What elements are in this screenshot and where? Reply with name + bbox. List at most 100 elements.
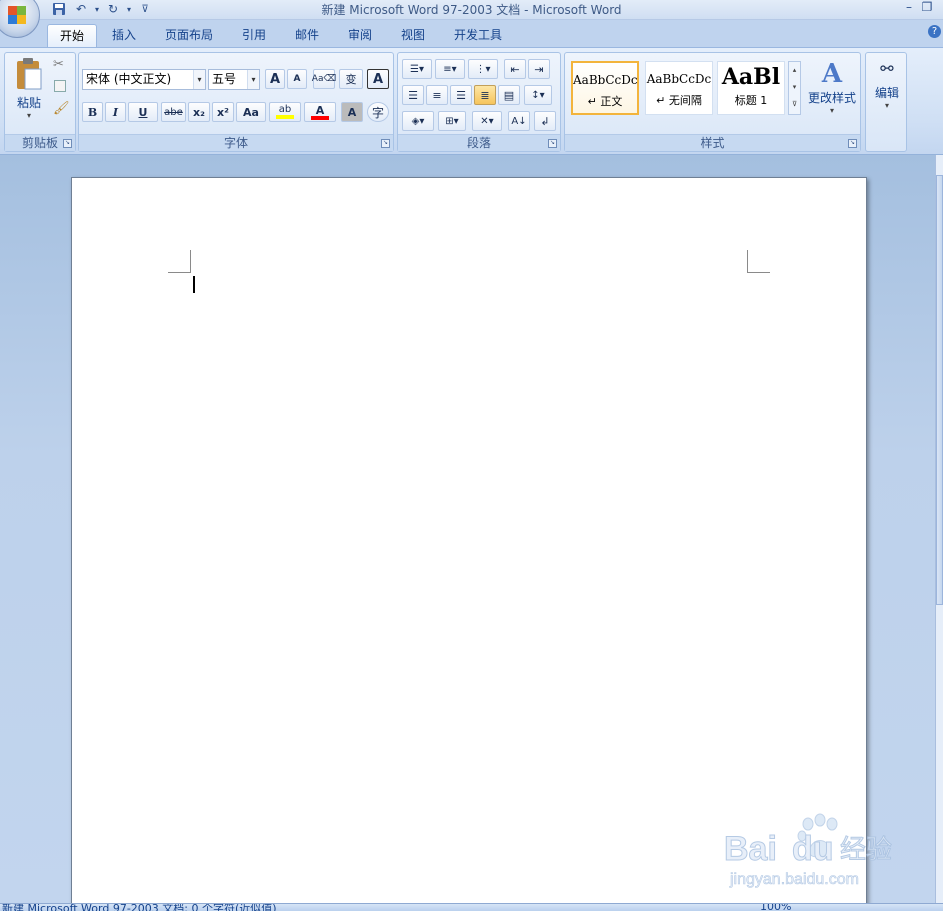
ribbon-tabs: 开始 插入 页面布局 引用 邮件 审阅 视图 开发工具 ? <box>0 20 943 48</box>
tab-home[interactable]: 开始 <box>47 24 98 48</box>
highlight-label: ab <box>278 104 292 115</box>
show-marks-icon[interactable]: ↲ <box>534 111 556 131</box>
editing-label: 编辑 <box>874 86 899 100</box>
chinese-layout-icon[interactable]: ✕▾ <box>472 111 502 131</box>
copy-icon[interactable] <box>54 80 66 92</box>
styles-group: AaBbCcDc ↵ 正文 AaBbCcDc ↵ 无间隔 AaBl 标题 1 ▴… <box>564 52 861 152</box>
font-size-dropdown-icon[interactable]: ▾ <box>247 70 259 89</box>
format-painter-icon[interactable]: 🖌 <box>53 101 70 116</box>
styles-group-label: 样式 <box>565 134 860 151</box>
ribbon: 粘贴 ▾ ✂ 🖌 剪贴板 ↘ 宋体 (中文正文) ▾ 五号 ▾ A A Aa⌫ … <box>0 47 943 155</box>
tab-view[interactable]: 视图 <box>389 24 437 48</box>
tab-mailings[interactable]: 邮件 <box>283 24 331 48</box>
svg-text:Bai: Bai <box>724 830 777 868</box>
style-no-spacing[interactable]: AaBbCcDc ↵ 无间隔 <box>645 61 713 115</box>
font-group-label: 字体 <box>79 134 393 151</box>
underline-button[interactable]: U <box>128 102 158 122</box>
svg-text:jingyan.baidu.com: jingyan.baidu.com <box>729 871 859 888</box>
subscript-button[interactable]: x₂ <box>188 102 210 122</box>
zoom-level[interactable]: 100% <box>760 904 791 911</box>
font-color-label: A <box>315 103 325 117</box>
highlight-button[interactable]: ab <box>269 102 301 122</box>
editing-dropdown-icon: ▾ <box>884 101 889 110</box>
vertical-scrollbar[interactable] <box>935 155 943 903</box>
paste-button[interactable]: 粘贴 ▾ <box>9 57 49 121</box>
shrink-font-button[interactable]: A <box>287 69 307 89</box>
font-name-value: 宋体 (中文正文) <box>86 72 172 86</box>
document-page[interactable] <box>71 177 867 907</box>
style-heading-1-preview: AaBl <box>721 64 781 90</box>
sort-icon[interactable]: A↓ <box>508 111 530 131</box>
margin-mark-top-right <box>747 250 770 273</box>
change-styles-icon: A <box>821 59 843 89</box>
scrollbar-thumb[interactable] <box>936 175 943 605</box>
phonetic-guide-icon[interactable]: 变 <box>339 69 363 89</box>
style-normal[interactable]: AaBbCcDc ↵ 正文 <box>571 61 639 115</box>
borders-icon[interactable]: ⊞▾ <box>438 111 466 131</box>
bullets-icon[interactable]: ☰▾ <box>402 59 432 79</box>
font-size-value: 五号 <box>212 72 237 86</box>
change-case-button[interactable]: Aa <box>236 102 266 122</box>
editing-button[interactable]: ⚯ 编辑 ▾ <box>870 59 904 129</box>
style-heading-1[interactable]: AaBl 标题 1 <box>717 61 785 115</box>
font-name-dropdown-icon[interactable]: ▾ <box>193 70 205 89</box>
paste-icon <box>17 58 42 90</box>
change-styles-button[interactable]: A 更改样式 ▾ <box>805 59 859 129</box>
line-spacing-icon[interactable]: ↕▾ <box>524 85 552 105</box>
font-launcher-icon[interactable]: ↘ <box>381 139 390 148</box>
svg-text:经验: 经验 <box>840 835 892 865</box>
enclose-characters-icon[interactable]: 字 <box>367 102 389 122</box>
styles-scroll[interactable]: ▴ ▾ ⊽ <box>788 61 801 115</box>
clipboard-launcher-icon[interactable]: ↘ <box>63 139 72 148</box>
tab-insert[interactable]: 插入 <box>100 24 148 48</box>
change-styles-label: 更改样式 <box>807 91 856 105</box>
grow-font-button[interactable]: A <box>265 69 285 89</box>
svg-text:du: du <box>792 830 834 868</box>
text-cursor <box>193 276 195 293</box>
font-name-combo[interactable]: 宋体 (中文正文) ▾ <box>82 69 206 90</box>
tab-references[interactable]: 引用 <box>230 24 278 48</box>
character-border-icon[interactable]: A <box>367 69 389 89</box>
strikethrough-button[interactable]: abe <box>161 102 186 122</box>
align-right-icon[interactable]: ☰ <box>450 85 472 105</box>
save-icon[interactable] <box>50 0 68 18</box>
italic-button[interactable]: I <box>105 102 126 122</box>
style-no-spacing-preview: AaBbCcDc <box>646 72 712 86</box>
binoculars-icon: ⚯ <box>880 59 894 78</box>
font-size-combo[interactable]: 五号 ▾ <box>208 69 260 90</box>
help-icon[interactable]: ? <box>928 25 941 38</box>
style-normal-preview: AaBbCcDc <box>573 73 638 87</box>
title-bar: 新建 Microsoft Word 97-2003 文档 - Microsoft… <box>0 0 943 20</box>
customize-toolbar-icon[interactable]: ⊽ <box>136 0 154 18</box>
character-shading-button[interactable]: A <box>341 102 363 122</box>
font-color-button[interactable]: A <box>304 102 336 122</box>
multilevel-list-icon[interactable]: ⋮▾ <box>468 59 498 79</box>
increase-indent-icon[interactable]: ⇥ <box>528 59 550 79</box>
cut-icon[interactable]: ✂ <box>53 57 64 72</box>
margin-mark-top-left <box>168 250 191 273</box>
paste-dropdown-icon: ▾ <box>26 111 31 120</box>
office-logo-icon <box>8 6 26 24</box>
clear-formatting-icon[interactable]: Aa⌫ <box>312 69 336 89</box>
paragraph-launcher-icon[interactable]: ↘ <box>548 139 557 148</box>
decrease-indent-icon[interactable]: ⇤ <box>504 59 526 79</box>
styles-launcher-icon[interactable]: ↘ <box>848 139 857 148</box>
paste-label: 粘贴 <box>16 96 41 110</box>
align-left-icon[interactable]: ☰ <box>402 85 424 105</box>
paragraph-group-label: 段落 <box>398 134 560 151</box>
status-bar: 新建 Microsoft Word 97-2003 文档: 0 个字符(近似值)… <box>0 903 943 911</box>
font-color-swatch <box>311 115 329 120</box>
bold-button[interactable]: B <box>82 102 103 122</box>
distributed-icon[interactable]: ▤ <box>498 85 520 105</box>
tab-review[interactable]: 审阅 <box>336 24 384 48</box>
tab-page-layout[interactable]: 页面布局 <box>153 24 225 48</box>
style-normal-label: ↵ 正文 <box>587 95 623 108</box>
tab-developer[interactable]: 开发工具 <box>442 24 514 48</box>
restore-icon[interactable]: ❐ <box>918 0 936 16</box>
shading-icon[interactable]: ◈▾ <box>402 111 434 131</box>
align-center-icon[interactable]: ≡ <box>426 85 448 105</box>
superscript-button[interactable]: x² <box>212 102 234 122</box>
justify-icon[interactable]: ≣ <box>474 85 496 105</box>
numbering-icon[interactable]: ≡▾ <box>435 59 465 79</box>
minimize-icon[interactable]: – <box>900 0 918 16</box>
